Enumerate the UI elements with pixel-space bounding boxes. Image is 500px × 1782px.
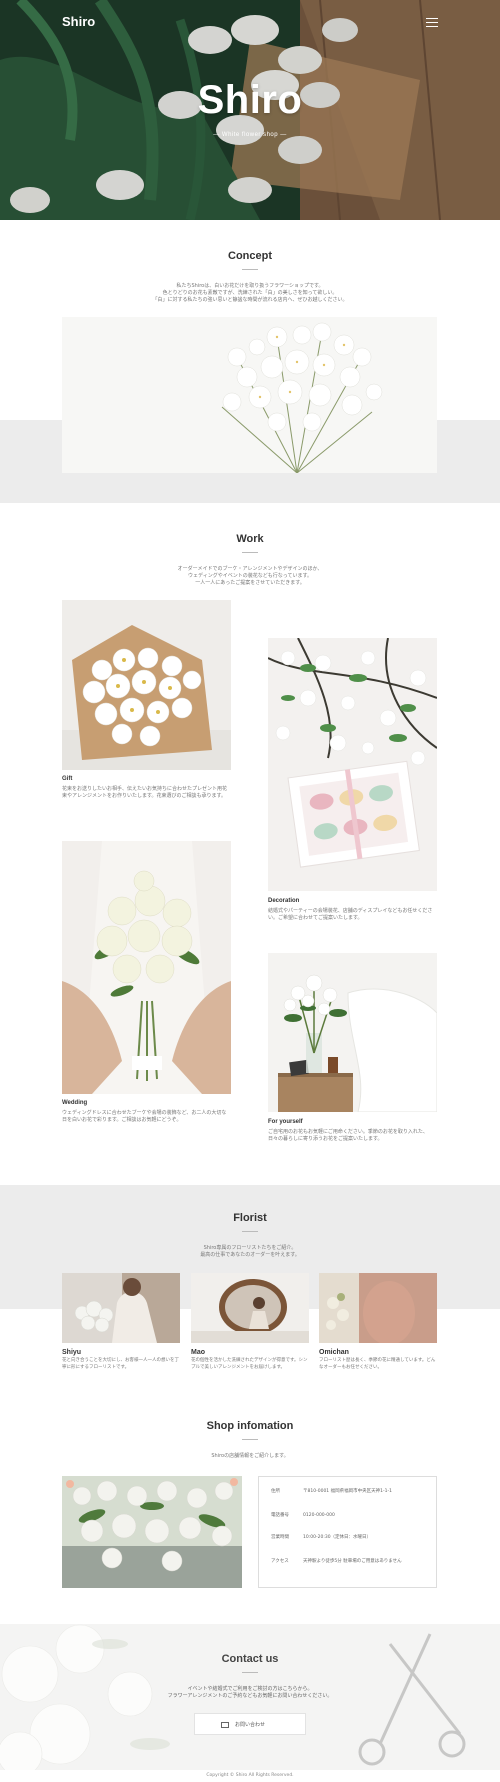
contact-divider: [242, 1672, 258, 1673]
shop-row-value: 天神駅より徒歩5分 駐車場のご用意はありません: [303, 1559, 402, 1564]
shop-row-value: 0120-000-000: [303, 1513, 335, 1518]
concept-text-line: 色とりどりのお花も素敵ですが、洗練された「白」の美しさを知って欲しい。: [162, 290, 338, 296]
work-for-yourself-image: [268, 953, 437, 1112]
hero-section: Shiro Shiro — White flower shop —: [0, 0, 500, 220]
contact-text-line: イベントや結婚式でご利用をご検討の方はこちらから。: [187, 1686, 313, 1692]
florist-mao-name: Mao: [191, 1349, 205, 1356]
work-title: Work: [236, 533, 264, 545]
shop-row-key: 住所: [271, 1489, 280, 1494]
work-gift-desc: 花束をお送りしたいお相手、伝えたいお気持ちに合わせたプレゼント用花束やアレンジメ…: [62, 786, 228, 799]
work-wedding-caption: Wedding: [62, 1100, 88, 1106]
florist-text: Shiro専属のフローリストたちをご紹介。 最高の仕事であなたのオーダーを叶えま…: [100, 1245, 400, 1259]
work-text-line: 一人一人にあったご提案をさせていただきます。: [195, 580, 305, 586]
florist-divider: [242, 1231, 258, 1232]
shop-row-key: 営業時間: [271, 1535, 289, 1540]
florist-shiyu-name: Shiyu: [62, 1349, 82, 1356]
florist-mao-photo: [191, 1273, 309, 1343]
contact-title: Contact us: [221, 1653, 279, 1665]
concept-title: Concept: [228, 250, 272, 262]
work-text-line: オーダーメイドでのブーケ・アレンジメントやデザインのほか、: [177, 566, 323, 572]
florist-omichan-desc: フローリスト歴は長く、季節の花に精通しています。どんなオーダーもお任せください。: [319, 1358, 436, 1370]
brand-logo[interactable]: Shiro: [62, 14, 95, 29]
work-text: オーダーメイドでのブーケ・アレンジメントやデザインのほか、 ウェディングやイベン…: [100, 566, 400, 587]
florist-shiyu-photo: [62, 1273, 180, 1343]
shop-text: Shiroの店舗情報をご紹介します。: [211, 1453, 289, 1459]
concept-text: 私たちShiroは、白いお花だけを取り扱うフラワーショップです。 色とりどりのお…: [100, 283, 400, 304]
shop-row-key: アクセス: [271, 1559, 289, 1564]
florist-text-line: Shiro専属のフローリストたちをご紹介。: [203, 1245, 297, 1251]
concept-text-line: 私たちShiroは、白いお花だけを取り扱うフラワーショップです。: [176, 283, 324, 289]
contact-text: イベントや結婚式でご利用をご検討の方はこちらから。 フラワーアレンジメントのご予…: [100, 1686, 400, 1700]
mail-icon: [221, 1722, 229, 1728]
hamburger-menu-icon[interactable]: [426, 18, 438, 27]
footer-copyright: Copyright © Shiro All Rights Reserved.: [0, 1770, 500, 1782]
concept-image: [62, 317, 437, 473]
work-wedding-desc: ウェディングドレスに合わせたブーケや会場の装飾など、お二人の大切な日を白いお花で…: [62, 1110, 227, 1123]
shop-divider: [242, 1439, 258, 1440]
work-divider: [242, 552, 258, 553]
shop-title: Shop infomation: [206, 1420, 294, 1432]
shop-image: [62, 1476, 242, 1588]
florist-shiyu-desc: 花と向き合うことを大切にし、お客様一人一人の想いを丁寧に形にするフローリストです…: [62, 1358, 179, 1370]
work-wedding-image: [62, 841, 231, 1094]
work-decoration-desc: 結婚式やパーティーの会場装花、店舗のディスプレイなどもお任せください。ご希望に合…: [268, 908, 433, 921]
contact-text-line: フラワーアレンジメントのご予約などもお気軽にお問い合わせください。: [167, 1693, 333, 1699]
work-text-line: ウェディングやイベントの装花なども行なっています。: [188, 573, 312, 579]
work-gift-caption: Gift: [62, 776, 73, 782]
florist-mao-desc: 花の個性を活かした洗練されたデザインが得意です。シンプルで美しいアレンジメントを…: [191, 1358, 308, 1370]
hero-title: Shiro: [197, 78, 303, 122]
florist-omichan-photo: [319, 1273, 437, 1343]
shop-info-box: 住所 〒810-0001 福岡県福岡市中央区天神1-1-1 電話番号 0120-…: [258, 1476, 437, 1588]
work-for-yourself-desc: ご自宅用のお花もお気軽にご用命ください。季節のお花を取り入れた、日々の暮らしに寄…: [268, 1129, 428, 1142]
shop-row-value: 〒810-0001 福岡県福岡市中央区天神1-1-1: [303, 1489, 392, 1494]
work-decoration-image: [268, 638, 437, 891]
shop-row-value: 10:00-20:30（定休日：水曜日）: [303, 1535, 372, 1540]
florist-text-line: 最高の仕事であなたのオーダーを叶えます。: [200, 1252, 300, 1258]
florist-omichan-name: Omichan: [319, 1349, 349, 1356]
contact-button[interactable]: お問い合わせ: [194, 1713, 306, 1735]
work-gift-image: [62, 600, 231, 770]
concept-divider: [242, 269, 258, 270]
florist-title: Florist: [233, 1212, 267, 1224]
hero-subtitle: — White flower shop —: [213, 132, 287, 138]
contact-button-label: お問い合わせ: [235, 1722, 266, 1728]
work-decoration-caption: Decoration: [268, 898, 300, 904]
page: Shiro Shiro — White flower shop — Concep…: [0, 0, 500, 1782]
work-for-yourself-caption: For yourself: [268, 1119, 303, 1125]
concept-text-line: 「白」に対する私たちの強い思いと静謐な時間が流れる店内へ、ぜひお越しください。: [152, 297, 348, 303]
shop-row-key: 電話番号: [271, 1513, 289, 1518]
